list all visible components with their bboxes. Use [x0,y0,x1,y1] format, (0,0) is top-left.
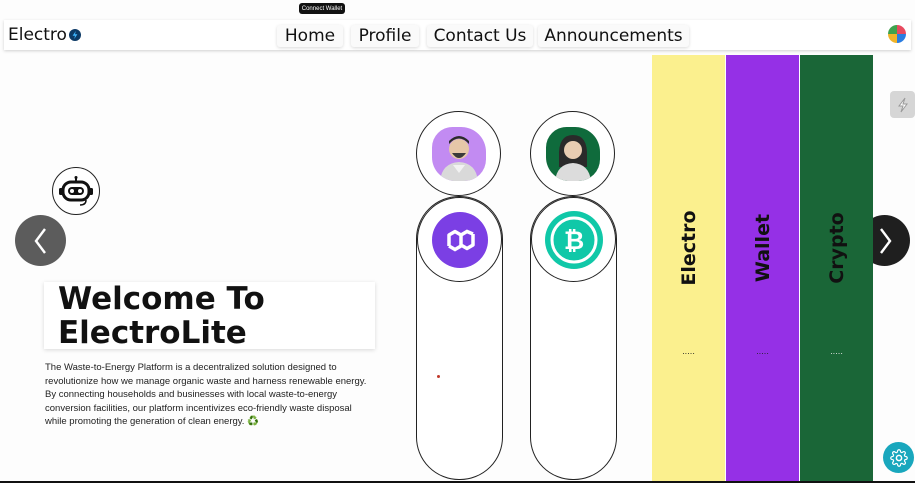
brand-name: Electro [8,25,67,45]
panel-wallet-dots: ..... [756,347,769,356]
robot-icon[interactable] [52,167,100,215]
carousel-prev-button[interactable] [15,215,66,266]
brand-logo[interactable]: Electro [8,25,81,45]
side-extension-tab[interactable] [890,91,915,118]
panel-crypto-dots: ..... [830,347,843,356]
gear-icon [889,448,908,467]
lightning-icon [897,97,908,112]
polygon-coin-card[interactable] [416,196,503,480]
nav-announcements[interactable]: Announcements [538,25,689,47]
chevron-right-icon [879,227,891,254]
panel-crypto-label: Crypto [825,212,848,284]
nav-home[interactable]: Home [277,25,343,47]
top-navbar: Electro Home Profile Contact Us Announce… [4,20,911,50]
bitcoin-cash-coin-card[interactable]: ₿ [530,196,617,480]
bitcoin-cash-coin-ring: ₿ [531,197,616,282]
team-member-avatar-1[interactable] [416,111,501,196]
nav-profile[interactable]: Profile [351,25,419,47]
nav-contact-us[interactable]: Contact Us [427,25,533,47]
polygon-coin-ring [417,197,502,282]
panel-electro-dots: ..... [682,347,695,356]
polygon-matic-icon [431,211,488,268]
hero-description: The Waste-to-Energy Platform is a decent… [45,362,367,427]
user-avatar[interactable] [888,25,906,43]
connect-wallet-button[interactable]: Connect Wallet [299,3,345,14]
panel-crypto[interactable]: Crypto ..... [800,55,873,483]
hero-title: Welcome To ElectroLite [58,281,265,351]
indicator-dot [437,375,440,378]
panel-wallet[interactable]: Wallet ..... [726,55,799,483]
team-member-avatar-2[interactable] [530,111,615,196]
chevron-left-icon [34,227,46,254]
bitcoin-cash-icon: ₿ [544,210,603,269]
panel-wallet-label: Wallet [751,213,774,283]
bolt-icon [68,29,81,41]
settings-button[interactable] [883,442,914,473]
svg-text:₿: ₿ [563,226,583,255]
welcome-card: Welcome To ElectroLite [44,281,375,351]
panel-electro-label: Electro [677,210,700,286]
panel-electro[interactable]: Electro ..... [652,55,725,483]
